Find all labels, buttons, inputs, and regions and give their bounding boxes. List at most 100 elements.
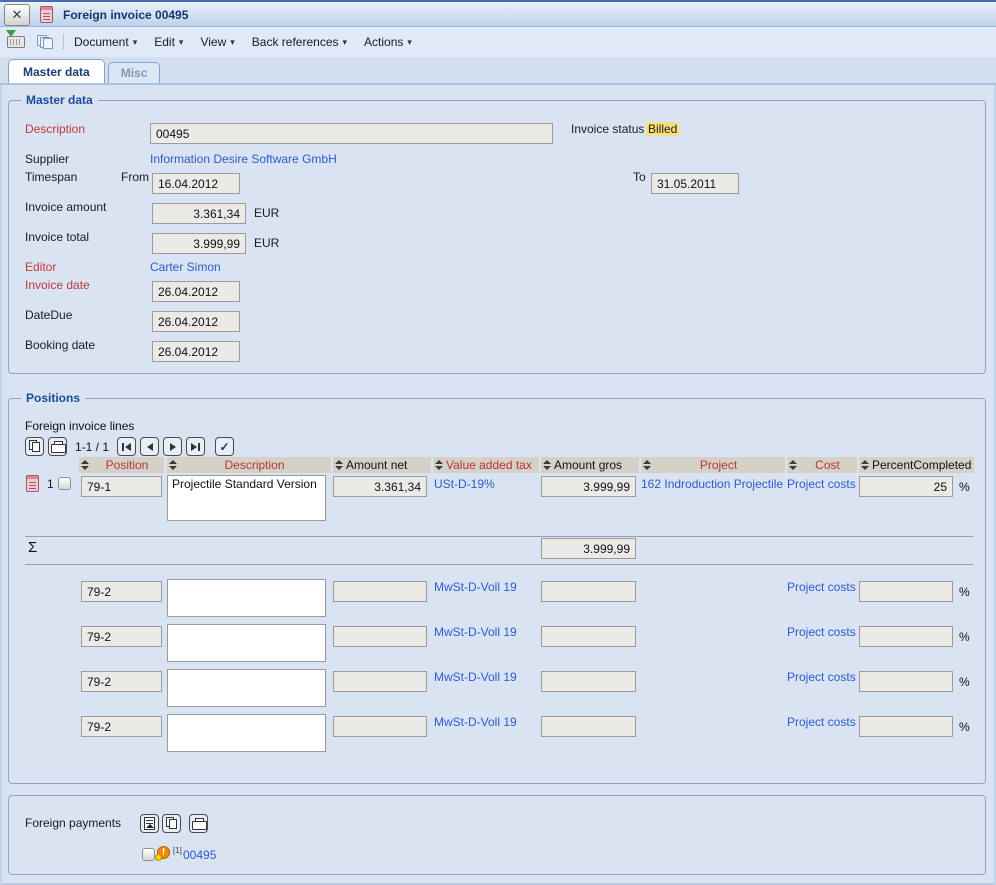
print-payment-button[interactable] bbox=[189, 814, 208, 833]
amount-gros-input[interactable] bbox=[541, 581, 636, 602]
amount-net-input[interactable] bbox=[333, 476, 427, 497]
sort-icon[interactable] bbox=[543, 460, 551, 470]
cost-link[interactable]: Project costs bbox=[787, 625, 856, 639]
description-textarea[interactable] bbox=[167, 579, 326, 617]
column-header-project[interactable]: Project bbox=[641, 457, 785, 473]
position-input[interactable] bbox=[81, 476, 162, 497]
percent-completed-input[interactable] bbox=[859, 626, 953, 647]
previous-page-button[interactable] bbox=[140, 437, 159, 456]
print-icon bbox=[51, 441, 64, 453]
payment-link[interactable]: 00495 bbox=[183, 848, 216, 862]
invoice-total-input[interactable] bbox=[152, 233, 246, 254]
cost-link[interactable]: Project costs bbox=[787, 715, 856, 729]
copy-row-button[interactable] bbox=[25, 437, 44, 456]
keyboard-input-icon[interactable] bbox=[7, 36, 25, 48]
payment-checkbox[interactable] bbox=[142, 848, 155, 861]
list-icon bbox=[144, 817, 155, 830]
value-added-tax-link[interactable]: MwSt-D-Voll 19 bbox=[434, 580, 517, 594]
description-textarea[interactable] bbox=[167, 669, 326, 707]
position-row-empty: MwSt-D-Voll 19 Project costs % bbox=[9, 669, 987, 713]
amount-gros-input[interactable] bbox=[541, 626, 636, 647]
check-icon: ✓ bbox=[220, 440, 230, 454]
sum-amount-gros-input bbox=[541, 538, 636, 559]
position-row-empty: MwSt-D-Voll 19 Project costs % bbox=[9, 714, 987, 758]
cost-link[interactable]: Project costs bbox=[787, 580, 856, 594]
menu-document[interactable]: Document ▾ bbox=[74, 35, 137, 49]
to-date-input[interactable] bbox=[651, 173, 739, 194]
sort-icon[interactable] bbox=[335, 460, 343, 470]
print-button[interactable] bbox=[48, 437, 67, 456]
editor-link[interactable]: Carter Simon bbox=[150, 260, 221, 274]
column-header-position[interactable]: Position bbox=[79, 457, 164, 473]
position-input[interactable] bbox=[81, 671, 162, 692]
close-button[interactable]: ✕ bbox=[4, 4, 30, 26]
position-row-empty: MwSt-D-Voll 19 Project costs % bbox=[9, 579, 987, 623]
description-textarea[interactable]: Projectile Standard Version bbox=[167, 475, 326, 521]
invoice-total-label: Invoice total bbox=[25, 230, 89, 244]
invoice-line-icon bbox=[26, 475, 39, 492]
tab-misc[interactable]: Misc bbox=[108, 62, 161, 83]
menu-actions[interactable]: Actions ▾ bbox=[364, 35, 412, 49]
column-header-cost[interactable]: Cost bbox=[787, 457, 857, 473]
confirm-selection-button[interactable]: ✓ bbox=[215, 437, 234, 456]
position-input[interactable] bbox=[81, 626, 162, 647]
percent-completed-input[interactable] bbox=[859, 581, 953, 602]
sort-icon[interactable] bbox=[169, 460, 177, 470]
menu-view[interactable]: View ▾ bbox=[200, 35, 234, 49]
timespan-label: Timespan bbox=[25, 170, 77, 184]
invoice-date-input[interactable] bbox=[152, 281, 240, 302]
amount-net-input[interactable] bbox=[333, 626, 427, 647]
column-header-value-added-tax[interactable]: Value added tax bbox=[433, 457, 539, 473]
project-link[interactable]: 162 Indroduction Projectile bbox=[641, 477, 783, 491]
column-header-description[interactable]: Description bbox=[167, 457, 331, 473]
menu-edit[interactable]: Edit ▾ bbox=[154, 35, 183, 49]
booking-date-input[interactable] bbox=[152, 341, 240, 362]
invoice-status-label: Invoice status bbox=[571, 122, 644, 136]
invoice-amount-input[interactable] bbox=[152, 203, 246, 224]
last-page-button[interactable] bbox=[186, 437, 205, 456]
supplier-link[interactable]: Information Desire Software GmbH bbox=[150, 152, 337, 166]
percent-completed-input[interactable] bbox=[859, 716, 953, 737]
value-added-tax-link[interactable]: MwSt-D-Voll 19 bbox=[434, 625, 517, 639]
sort-icon[interactable] bbox=[81, 460, 89, 470]
amount-gros-input[interactable] bbox=[541, 476, 636, 497]
column-header-amount-net[interactable]: Amount net bbox=[333, 457, 431, 473]
date-due-input[interactable] bbox=[152, 311, 240, 332]
position-input[interactable] bbox=[81, 581, 162, 602]
description-textarea[interactable] bbox=[167, 714, 326, 752]
description-label: Description bbox=[25, 122, 85, 136]
next-page-button[interactable] bbox=[163, 437, 182, 456]
first-page-icon bbox=[122, 443, 131, 451]
show-list-button[interactable] bbox=[140, 814, 159, 833]
cost-link[interactable]: Project costs bbox=[787, 477, 856, 491]
position-row-1: 1 Projectile Standard Version USt-D-19% … bbox=[9, 473, 987, 535]
sum-row-divider bbox=[25, 564, 973, 565]
first-page-button[interactable] bbox=[117, 437, 136, 456]
sort-icon[interactable] bbox=[861, 460, 869, 470]
amount-net-input[interactable] bbox=[333, 581, 427, 602]
value-added-tax-link[interactable]: USt-D-19% bbox=[434, 477, 495, 491]
position-input[interactable] bbox=[81, 716, 162, 737]
cost-link[interactable]: Project costs bbox=[787, 670, 856, 684]
sort-icon[interactable] bbox=[789, 460, 797, 470]
percent-completed-input[interactable] bbox=[859, 671, 953, 692]
description-textarea[interactable] bbox=[167, 624, 326, 662]
amount-gros-input[interactable] bbox=[541, 716, 636, 737]
from-date-input[interactable] bbox=[152, 173, 240, 194]
column-header-percent-completed[interactable]: PercentCompleted bbox=[859, 457, 974, 473]
description-input[interactable] bbox=[150, 123, 553, 144]
percent-completed-input[interactable] bbox=[859, 476, 953, 497]
amount-net-input[interactable] bbox=[333, 716, 427, 737]
value-added-tax-link[interactable]: MwSt-D-Voll 19 bbox=[434, 670, 517, 684]
value-added-tax-link[interactable]: MwSt-D-Voll 19 bbox=[434, 715, 517, 729]
row-checkbox[interactable] bbox=[58, 477, 71, 490]
amount-net-input[interactable] bbox=[333, 671, 427, 692]
column-header-amount-gros[interactable]: Amount gros bbox=[541, 457, 639, 473]
tab-master-data[interactable]: Master data bbox=[8, 59, 105, 83]
copy-pages-icon[interactable] bbox=[37, 35, 52, 49]
sort-icon[interactable] bbox=[643, 460, 651, 470]
sort-icon[interactable] bbox=[435, 460, 443, 470]
copy-payment-button[interactable] bbox=[162, 814, 181, 833]
amount-gros-input[interactable] bbox=[541, 671, 636, 692]
menu-back-references[interactable]: Back references ▾ bbox=[252, 35, 347, 49]
